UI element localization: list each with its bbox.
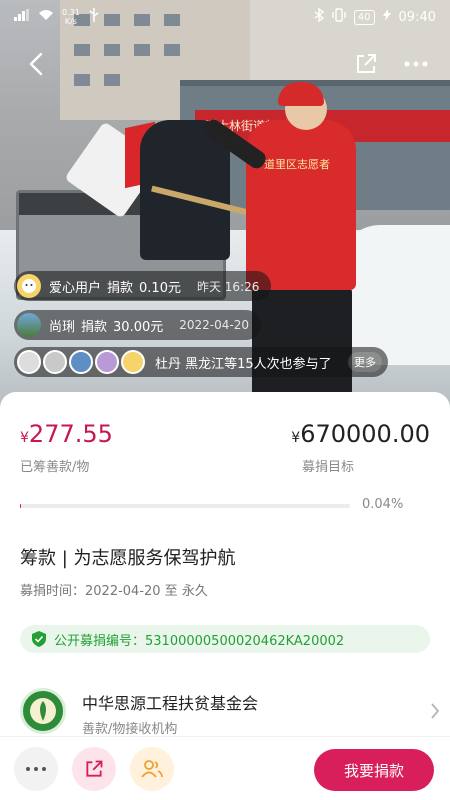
- top-nav: [0, 44, 450, 84]
- more-actions-button[interactable]: [14, 747, 58, 791]
- more-menu-button[interactable]: [400, 48, 432, 80]
- volunteer-vest: 道里区志愿者: [246, 120, 356, 290]
- currency-symbol: ¥: [291, 430, 301, 446]
- vibrate-icon: [332, 8, 346, 26]
- wifi-icon: [38, 9, 54, 25]
- more-dots-icon: [404, 61, 428, 67]
- snow-pile: [340, 225, 450, 365]
- team-fundraise-button[interactable]: [130, 747, 174, 791]
- donation-ticker: 尚琍 捐款 30.00元 2022-04-20: [14, 310, 261, 340]
- participants-ticker[interactable]: 杜丹 黑龙江等15人次也参与了 更多: [14, 347, 388, 377]
- donation-amount: 30.00元: [113, 319, 164, 335]
- shield-check-icon: [32, 631, 46, 647]
- participants-text: 杜丹 黑龙江等15人次也参与了: [155, 356, 332, 372]
- raised-value: 277.55: [28, 420, 113, 448]
- goal-label: 募捐目标: [302, 460, 355, 475]
- progress-percent: 0.04%: [362, 497, 404, 512]
- project-time: 募捐时间：2022-04-20 至 永久: [20, 584, 208, 599]
- project-title: 筹款 | 为志愿服务保驾护航: [20, 548, 236, 569]
- more-dots-icon: [26, 767, 46, 771]
- avatar: [43, 350, 67, 374]
- net-speed: 0.31 K/s: [62, 8, 80, 26]
- participant-avatars: [17, 350, 147, 374]
- share-icon: [357, 54, 376, 73]
- raised-amount: ¥277.55: [20, 420, 113, 448]
- avatar: [69, 350, 93, 374]
- organization-name: 中华思源工程扶贫基金会: [82, 694, 259, 713]
- organization-subtitle: 善款/物接收机构: [82, 722, 178, 737]
- avatar: [17, 274, 41, 298]
- organization-logo: [20, 688, 66, 734]
- avatar: [17, 350, 41, 374]
- avatar: [17, 313, 41, 337]
- participants-more-link[interactable]: 更多: [348, 352, 382, 372]
- vest-text: 道里区志愿者: [264, 158, 330, 171]
- bluetooth-icon: [314, 7, 324, 26]
- donation-time: 昨天 16:26: [196, 279, 260, 294]
- back-button[interactable]: [20, 48, 52, 80]
- share-button[interactable]: [350, 48, 382, 80]
- progress-bar: [20, 504, 350, 508]
- avatar: [121, 350, 145, 374]
- signal-icon: [14, 9, 30, 25]
- donation-ticker: 爱心用户 捐款 0.10元 昨天 16:26: [14, 271, 272, 301]
- public-fundraise-code: 公开募捐编号：53100000500020462KA20002: [20, 625, 430, 653]
- donor-name: 尚琍: [49, 319, 76, 335]
- back-arrow-icon: [29, 52, 43, 76]
- donation-amount: 0.10元: [139, 280, 181, 296]
- charging-icon: [382, 9, 391, 25]
- raised-label: 已筹善款/物: [20, 460, 90, 475]
- battery-indicator: 40: [353, 9, 375, 25]
- avatar: [95, 350, 119, 374]
- clock-time: 09:40: [398, 9, 436, 25]
- goal-value: 670000.00: [300, 420, 430, 448]
- status-bar: 0.31 K/s 40 09:40: [0, 0, 450, 34]
- donation-action: 捐款: [81, 319, 108, 335]
- bottom-action-bar: 我要捐款: [0, 736, 450, 800]
- organization-row[interactable]: 中华思源工程扶贫基金会 善款/物接收机构: [20, 688, 440, 738]
- share-icon: [86, 760, 103, 777]
- donor-name: 爱心用户: [49, 280, 102, 296]
- group-users-icon: [141, 760, 163, 778]
- chevron-right-icon: [430, 702, 440, 724]
- currency-symbol: ¥: [20, 430, 29, 446]
- progress-fill: [20, 504, 21, 508]
- donate-button[interactable]: 我要捐款: [314, 749, 434, 791]
- donation-time: 2022-04-20: [179, 318, 249, 332]
- public-code-text: 公开募捐编号：53100000500020462KA20002: [54, 633, 345, 649]
- share-bottom-button[interactable]: [72, 747, 116, 791]
- donation-action: 捐款: [107, 280, 134, 296]
- goal-amount: ¥670000.00: [291, 420, 430, 448]
- volunteer-legs: [252, 288, 352, 398]
- usb-icon: [88, 8, 100, 26]
